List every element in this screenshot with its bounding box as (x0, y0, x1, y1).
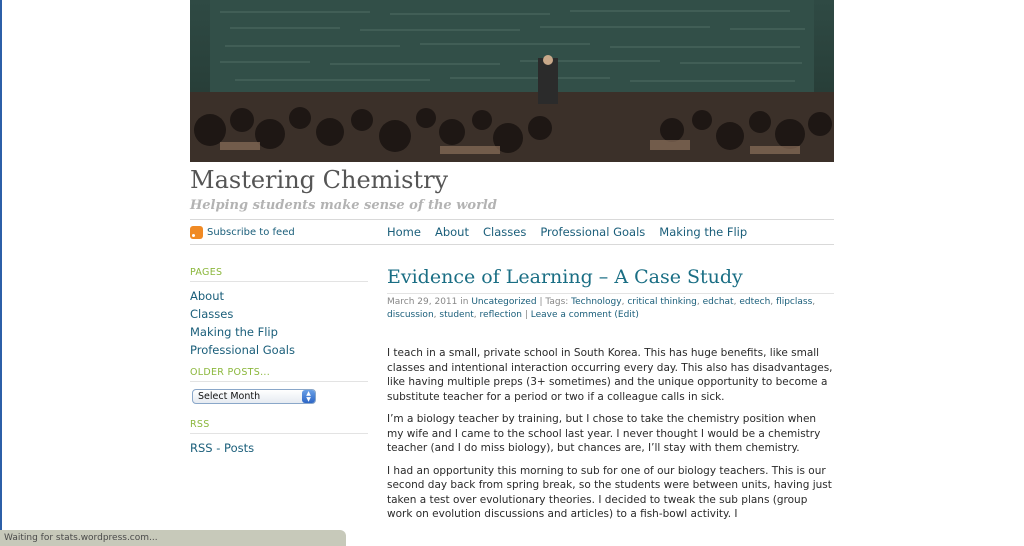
post-date: March 29, 2011 (387, 297, 458, 307)
sidebar-item-about[interactable]: About (190, 289, 224, 303)
header-image (190, 0, 834, 162)
post-tags-label: | Tags: (539, 297, 569, 307)
nav-classes[interactable]: Classes (483, 225, 526, 239)
archive-month-select[interactable]: Select Month ▲ ▼ (192, 389, 316, 404)
tag-link[interactable]: reflection (480, 310, 522, 320)
leave-comment-link[interactable]: Leave a comment (531, 310, 612, 320)
sidebar-pages-heading: PAGES (190, 267, 223, 278)
nav-professional-goals[interactable]: Professional Goals (540, 225, 645, 239)
sidebar-item-classes[interactable]: Classes (190, 307, 233, 321)
nav-home[interactable]: Home (387, 225, 421, 239)
sidebar-divider (190, 381, 368, 382)
nav-about[interactable]: About (435, 225, 469, 239)
tag-link[interactable]: Technology (571, 297, 621, 307)
sidebar-item-professional-goals[interactable]: Professional Goals (190, 343, 295, 357)
tag-link[interactable]: edtech (739, 297, 770, 307)
post-meta-divider (387, 293, 834, 294)
main-nav: Home About Classes Professional Goals Ma… (387, 225, 761, 239)
post-paragraph: I’m a biology teacher by training, but I… (387, 413, 821, 454)
subscribe-feed-link[interactable]: Subscribe to feed (190, 226, 295, 239)
post-category-link[interactable]: Uncategorized (471, 297, 536, 307)
post-body: I teach in a small, private school in So… (387, 346, 834, 530)
tag-link[interactable]: flipclass (776, 297, 812, 307)
site-title[interactable]: Mastering Chemistry (190, 166, 448, 194)
post-in-label: in (460, 297, 469, 307)
post-title[interactable]: Evidence of Learning – A Case Study (387, 266, 743, 288)
sidebar-item-making-the-flip[interactable]: Making the Flip (190, 325, 278, 339)
header-divider-bottom (190, 244, 834, 245)
browser-status-bar: Waiting for stats.wordpress.com... (0, 530, 346, 546)
post-paragraph: I had an opportunity this morning to sub… (387, 464, 832, 521)
tag-link[interactable]: student (439, 310, 473, 320)
sidebar-rss-posts-link[interactable]: RSS - Posts (190, 441, 254, 455)
sidebar-older-posts-heading: OLDER POSTS... (190, 367, 271, 378)
header-divider-top (190, 219, 834, 220)
window-left-edge (0, 0, 2, 546)
post-paragraph: I teach in a small, private school in So… (387, 347, 833, 403)
sidebar-divider (190, 281, 368, 282)
select-stepper-icon: ▲ ▼ (302, 390, 315, 403)
tag-link[interactable]: discussion (387, 310, 434, 320)
sidebar-divider (190, 433, 368, 434)
site-tagline: Helping students make sense of the world (190, 198, 497, 213)
tag-link[interactable]: critical thinking (627, 297, 697, 307)
archive-month-select-value: Select Month (198, 391, 261, 402)
sidebar-rss-heading: RSS (190, 419, 210, 430)
tag-link[interactable]: edchat (703, 297, 734, 307)
subscribe-feed-label: Subscribe to feed (207, 227, 295, 238)
rss-icon (190, 226, 203, 239)
nav-making-the-flip[interactable]: Making the Flip (659, 225, 747, 239)
edit-post-link[interactable]: (Edit) (614, 310, 638, 320)
post-meta: March 29, 2011 in Uncategorized | Tags: … (387, 297, 816, 320)
